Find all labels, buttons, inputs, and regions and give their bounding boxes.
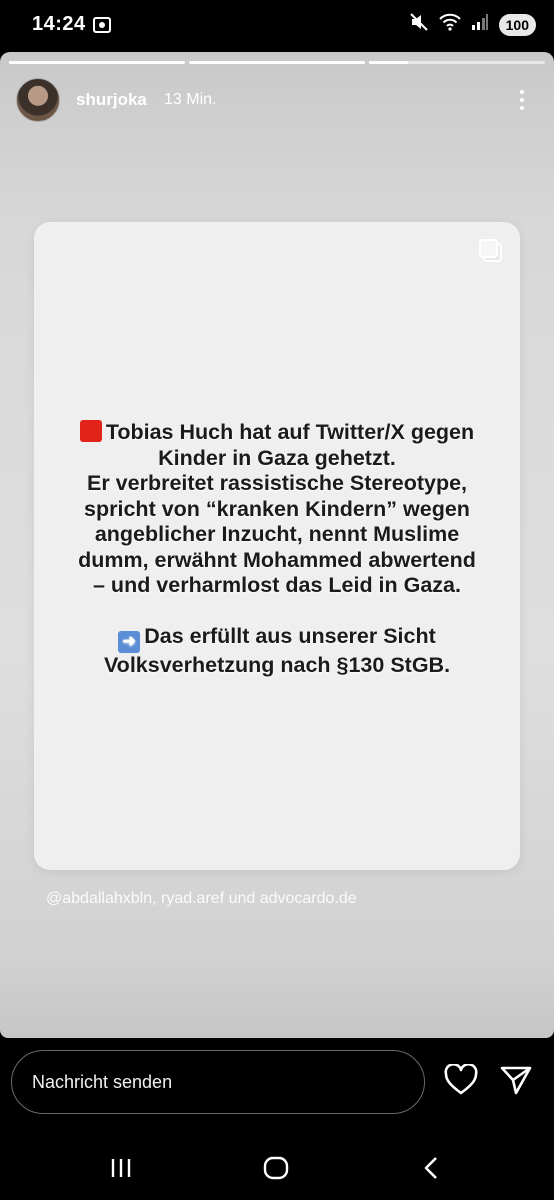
story-viewer[interactable]: shurjoka 13 Min. Tobias Huch hat auf Twi… bbox=[0, 52, 554, 1038]
status-bar: 14:24 100 bbox=[0, 0, 554, 52]
card-line: dumm, erwähnt Mohammed abwertend bbox=[78, 547, 476, 572]
right-arrow-icon: ➜ bbox=[118, 631, 141, 653]
signal-icon bbox=[471, 13, 489, 36]
more-options-icon[interactable] bbox=[510, 88, 534, 112]
card-line: Das erfüllt aus unserer Sicht bbox=[144, 624, 436, 648]
system-nav-bar bbox=[0, 1138, 554, 1200]
red-square-icon bbox=[79, 420, 102, 442]
card-line: Volksverhetzung nach §130 StGB. bbox=[103, 653, 451, 677]
back-icon[interactable] bbox=[420, 1155, 444, 1186]
story-progress-segment bbox=[9, 61, 185, 64]
story-progress bbox=[9, 61, 545, 64]
reply-bar bbox=[0, 1038, 554, 1138]
story-card-text: Tobias Huch hat auf Twitter/X gegen Kind… bbox=[48, 420, 506, 679]
send-icon[interactable] bbox=[499, 1064, 533, 1101]
card-line: – und verharmlost das Leid in Gaza. bbox=[93, 573, 461, 597]
recent-apps-icon[interactable] bbox=[108, 1155, 134, 1186]
wifi-icon bbox=[438, 13, 461, 36]
card-line: Er verbreitet rassistische Stereotype, bbox=[86, 471, 468, 495]
home-icon[interactable] bbox=[262, 1155, 290, 1186]
card-line: Kinder in Gaza gehetzt. bbox=[158, 445, 396, 470]
story-card: Tobias Huch hat auf Twitter/X gegen Kind… bbox=[34, 222, 520, 870]
message-input[interactable] bbox=[11, 1050, 425, 1114]
heart-icon[interactable] bbox=[444, 1062, 478, 1101]
copy-icon[interactable] bbox=[478, 238, 504, 269]
card-line: spricht von “kranken Kindern” wegen bbox=[84, 496, 470, 521]
card-line: angeblicher Inzucht, nennt Muslime bbox=[94, 522, 460, 546]
story-mentions[interactable]: @abdallahxbln, ryad.aref und advocardo.d… bbox=[46, 890, 357, 908]
card-line: Tobias Huch hat auf Twitter/X gegen bbox=[105, 420, 475, 444]
mute-icon bbox=[409, 12, 429, 37]
status-time: 14:24 bbox=[32, 13, 86, 35]
screenshot-icon bbox=[92, 15, 112, 40]
story-progress-segment bbox=[369, 61, 545, 64]
story-time: 13 Min. bbox=[164, 91, 217, 108]
story-username[interactable]: shurjoka bbox=[76, 90, 147, 110]
story-progress-segment bbox=[189, 61, 365, 64]
avatar[interactable] bbox=[16, 78, 60, 122]
battery-level: 100 bbox=[498, 13, 536, 36]
